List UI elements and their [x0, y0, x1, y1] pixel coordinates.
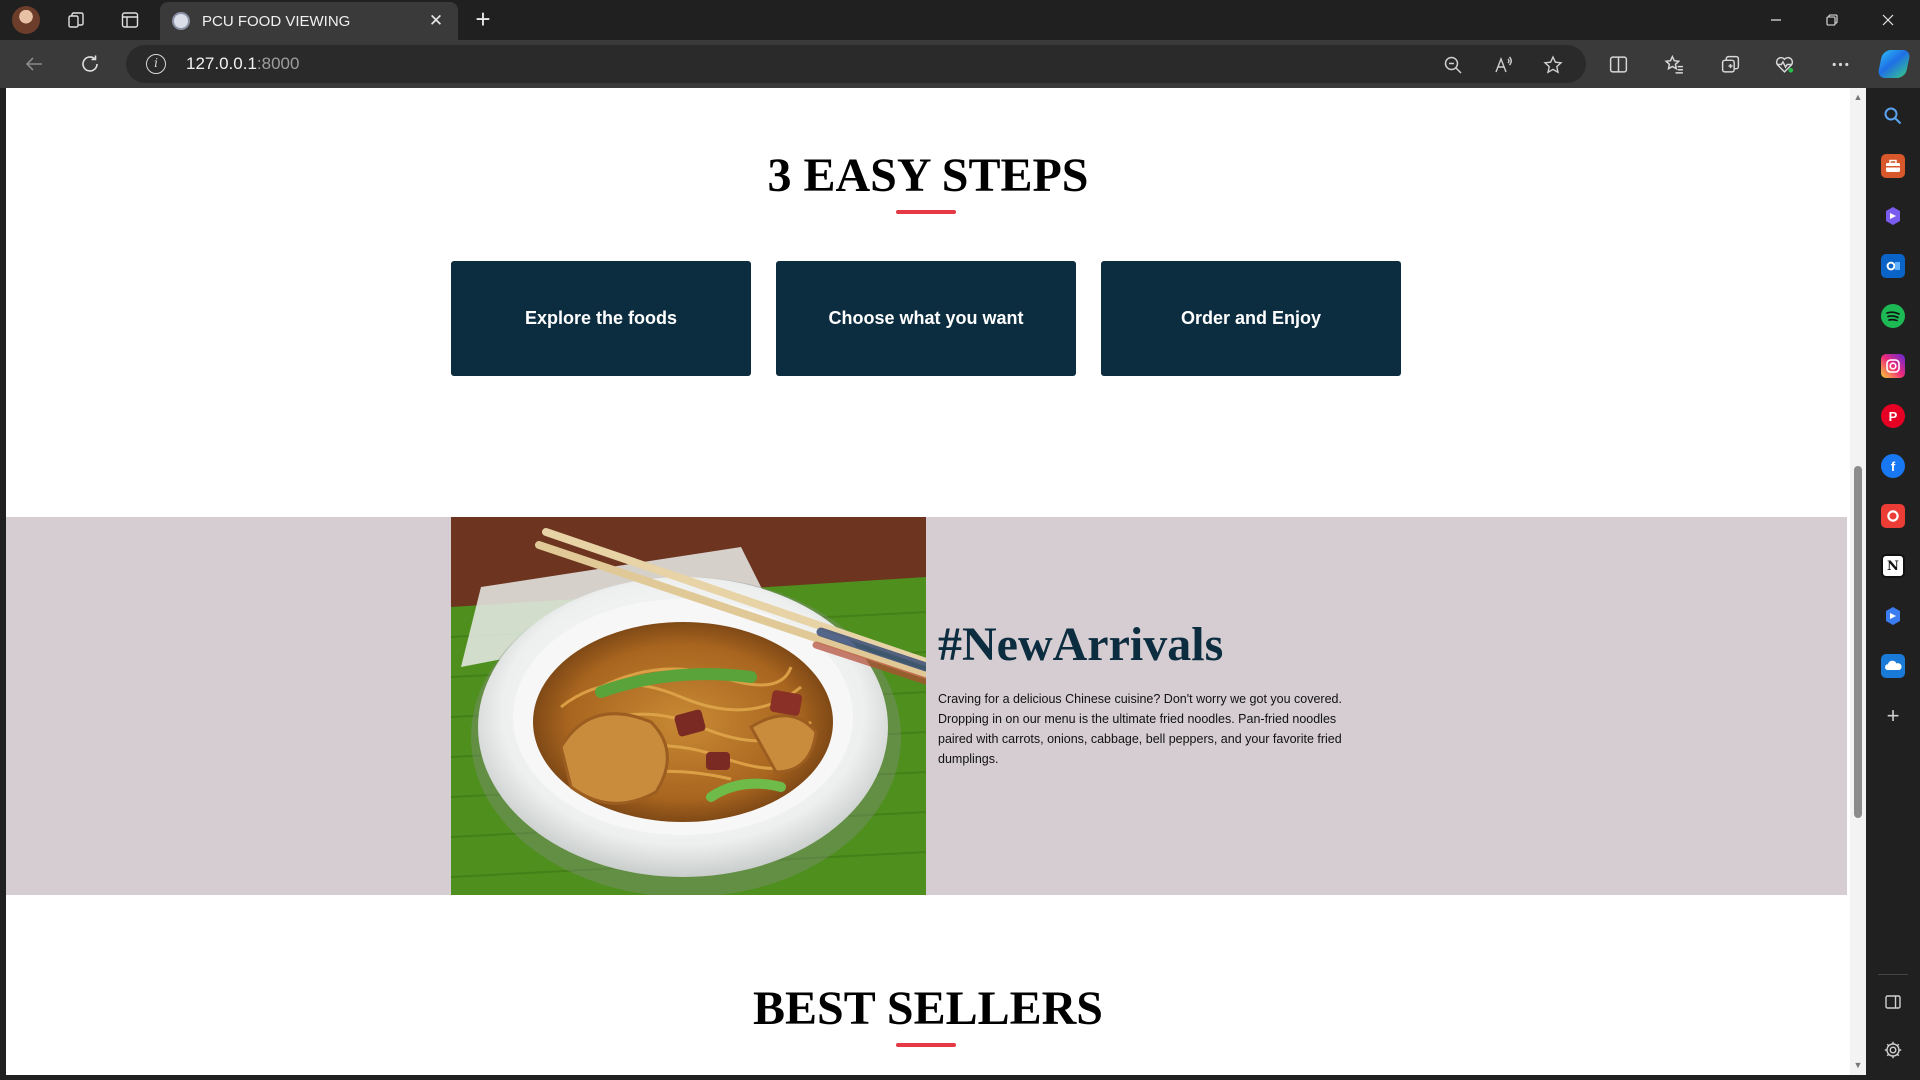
toolbox-icon[interactable] — [1881, 154, 1905, 178]
workspaces-icon[interactable] — [64, 8, 88, 32]
step-label: Explore the foods — [524, 308, 677, 328]
address-port: :8000 — [256, 54, 300, 73]
noodle-bowl-image — [451, 517, 926, 895]
step-card-explore[interactable]: Explore the foods — [451, 261, 751, 376]
minimize-button[interactable] — [1748, 0, 1804, 40]
instagram-icon[interactable] — [1881, 354, 1905, 378]
address-host: 127.0.0.1 — [186, 54, 257, 73]
page-scrollbar[interactable]: ▲ ▼ — [1850, 88, 1866, 1075]
read-aloud-icon[interactable] — [1492, 54, 1514, 76]
step-card-choose[interactable]: Choose what you want — [776, 261, 1076, 376]
settings-icon[interactable] — [1881, 1038, 1905, 1062]
close-window-button[interactable] — [1860, 0, 1916, 40]
onedrive-icon[interactable] — [1881, 654, 1905, 678]
tab-pcu-food-viewing[interactable]: PCU FOOD VIEWING ✕ — [160, 2, 458, 40]
steps-heading-underline — [896, 210, 956, 214]
tab-title: PCU FOOD VIEWING — [202, 12, 351, 30]
best-sellers-underline — [896, 1043, 956, 1047]
scroll-up-icon[interactable]: ▲ — [1853, 92, 1863, 102]
site-info-icon[interactable]: i — [146, 54, 166, 74]
new-tab-button[interactable]: + — [468, 5, 498, 35]
edge-sidebar: P f N + — [1866, 88, 1920, 1080]
browser-essentials-icon[interactable] — [1772, 52, 1796, 76]
new-arrivals-description: Craving for a delicious Chinese cuisine?… — [938, 692, 1342, 766]
browser-titlebar: PCU FOOD VIEWING ✕ + — [0, 0, 1920, 40]
favorite-star-icon[interactable] — [1542, 54, 1564, 76]
scroll-thumb[interactable] — [1854, 466, 1862, 818]
step-label: Choose what you want — [828, 308, 1024, 328]
office-icon[interactable] — [1881, 504, 1905, 528]
pinterest-icon[interactable]: P — [1881, 404, 1905, 428]
profile-avatar[interactable] — [12, 6, 40, 34]
best-sellers-heading: BEST SELLERS — [753, 982, 1103, 1035]
favicon-icon — [172, 12, 190, 30]
copilot-alt-icon[interactable] — [1881, 604, 1905, 628]
scroll-down-icon[interactable]: ▼ — [1853, 1060, 1863, 1070]
back-icon[interactable] — [18, 49, 50, 79]
new-arrivals-section: #NewArrivals Craving for a delicious Chi… — [6, 517, 1847, 895]
sidebar-divider — [1878, 974, 1908, 975]
sidebar-toggle-icon[interactable] — [1881, 990, 1905, 1014]
refresh-icon[interactable] — [74, 49, 106, 79]
copilot-icon[interactable] — [1877, 50, 1911, 78]
favorites-icon[interactable] — [1662, 52, 1686, 76]
outlook-icon[interactable] — [1881, 254, 1905, 278]
search-icon[interactable] — [1881, 104, 1905, 128]
step-card-order[interactable]: Order and Enjoy — [1101, 261, 1401, 376]
more-options-icon[interactable] — [1828, 52, 1852, 76]
split-screen-icon[interactable] — [1606, 52, 1630, 76]
restore-button[interactable] — [1804, 0, 1860, 40]
address-bar[interactable]: i 127.0.0.1:8000 — [126, 45, 1586, 83]
collections-icon[interactable] — [1718, 52, 1742, 76]
steps-heading: 3 EASY STEPS — [767, 149, 1089, 202]
browser-toolbar: i 127.0.0.1:8000 — [0, 40, 1920, 88]
vertical-tabs-icon[interactable] — [118, 8, 142, 32]
step-label: Order and Enjoy — [1180, 308, 1322, 328]
copilot-alt-icon[interactable] — [1881, 204, 1905, 228]
add-icon[interactable]: + — [1881, 703, 1905, 728]
spotify-icon[interactable] — [1881, 304, 1905, 328]
new-arrivals-title: #NewArrivals — [938, 618, 1224, 671]
notion-icon[interactable]: N — [1881, 554, 1905, 578]
close-tab-icon[interactable]: ✕ — [426, 11, 446, 31]
address-url[interactable]: 127.0.0.1:8000 — [186, 54, 299, 74]
facebook-icon[interactable]: f — [1881, 454, 1905, 478]
zoom-out-icon[interactable] — [1442, 54, 1464, 76]
page-viewport: 3 EASY STEPS Explore the foods Choose wh… — [6, 88, 1866, 1075]
